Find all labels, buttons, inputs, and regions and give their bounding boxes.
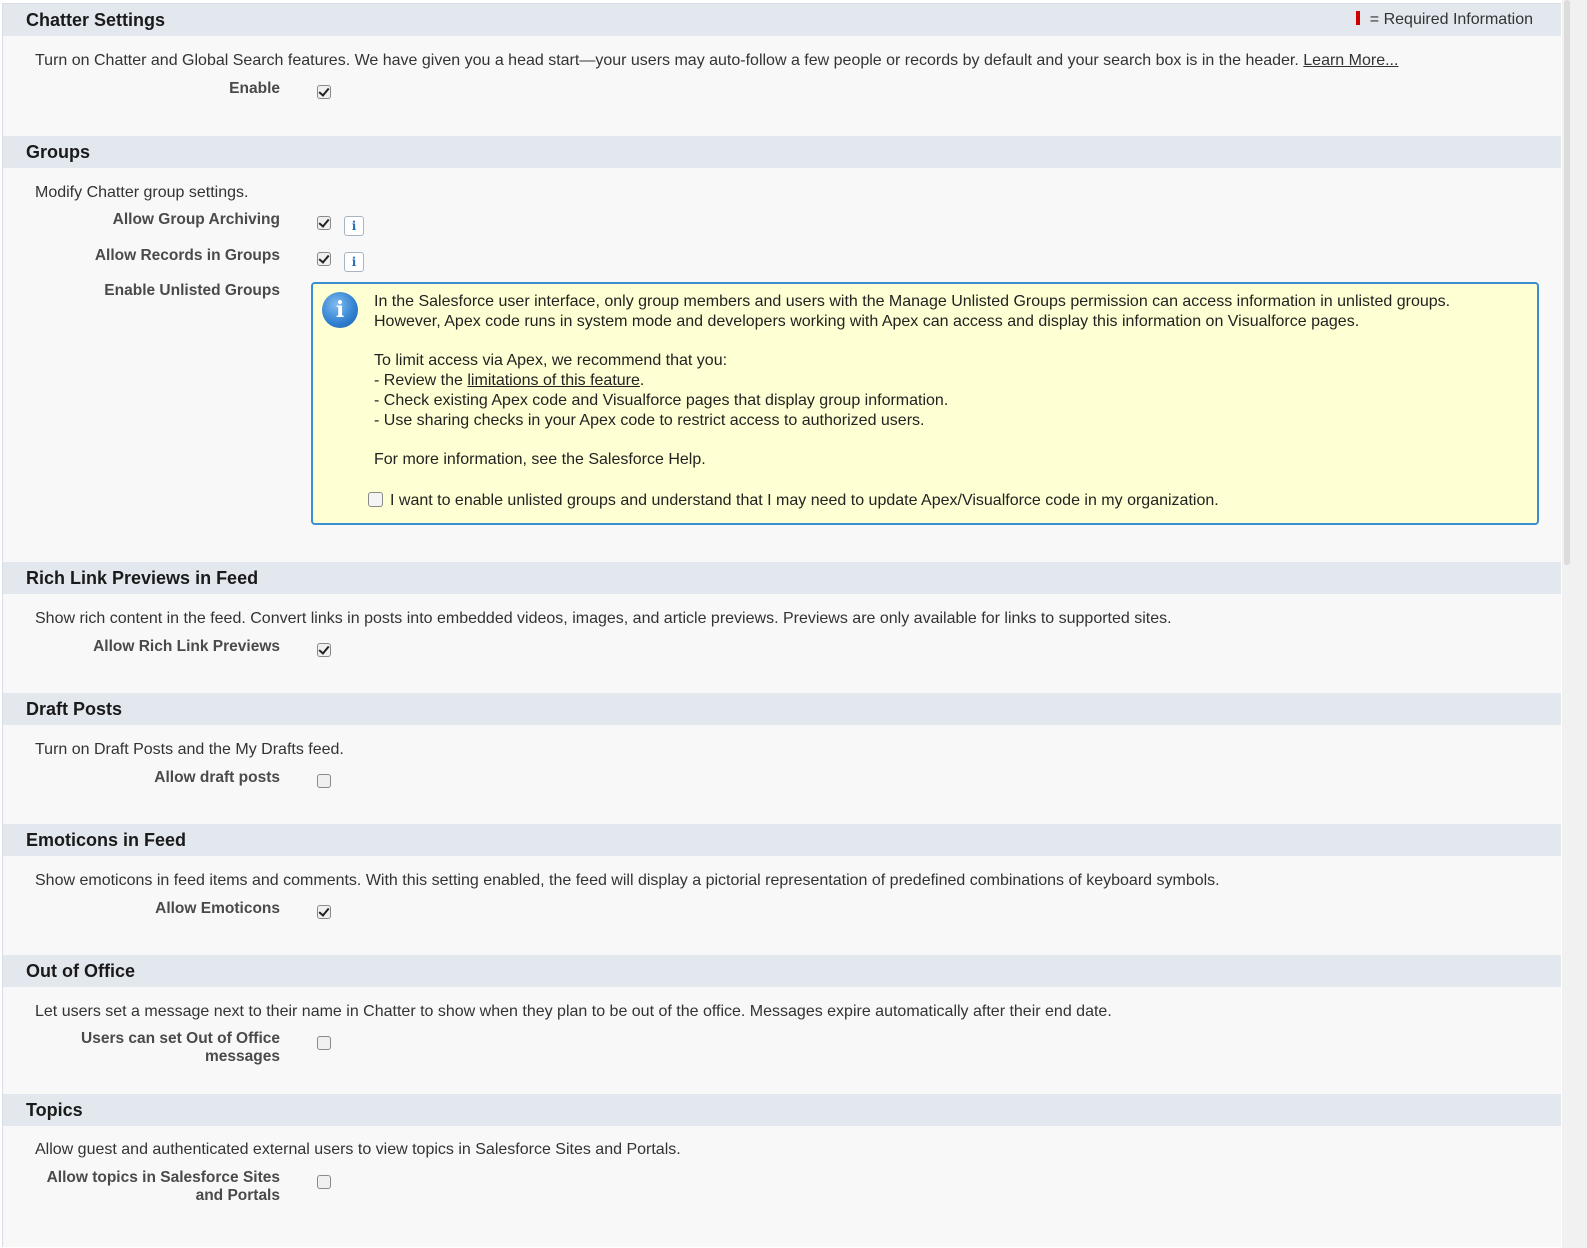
section-header: Rich Link Previews in Feed bbox=[3, 562, 1561, 594]
consent-label: I want to enable unlisted groups and und… bbox=[390, 492, 1219, 509]
section-description: Let users set a message next to their na… bbox=[35, 1003, 1112, 1020]
section-title: Emoticons in Feed bbox=[26, 830, 187, 850]
field-label-allow-topics: Allow topics in Salesforce Sites and Por… bbox=[3, 1169, 280, 1205]
section-description: Modify Chatter group settings. bbox=[35, 184, 249, 201]
section-emoticons: Emoticons in Feed Show emoticons in feed… bbox=[3, 824, 1561, 919]
field-label-allow-records-in-groups: Allow Records in Groups bbox=[94, 247, 280, 264]
allow-emoticons-checkbox[interactable] bbox=[317, 905, 331, 919]
section-header: Emoticons in Feed bbox=[3, 824, 1561, 856]
allow-draft-posts-checkbox[interactable] bbox=[317, 774, 331, 788]
section-title: Draft Posts bbox=[26, 699, 123, 719]
section-description: Turn on Draft Posts and the My Drafts fe… bbox=[35, 741, 344, 758]
section-header: Out of Office bbox=[3, 955, 1561, 987]
section-description: Allow guest and authenticated external u… bbox=[35, 1141, 681, 1158]
notice-line: - Review the limitations of this feature… bbox=[374, 371, 1450, 391]
chatter-description-text: Turn on Chatter and Global Search featur… bbox=[35, 52, 1299, 69]
section-description: Show emoticons in feed items and comment… bbox=[35, 872, 1220, 889]
section-header: Chatter Settings = Required Information bbox=[3, 4, 1561, 36]
info-circle-icon: i bbox=[322, 292, 358, 328]
section-draft-posts: Draft Posts Turn on Draft Posts and the … bbox=[3, 693, 1561, 788]
notice-line: - Use sharing checks in your Apex code t… bbox=[374, 412, 925, 429]
section-topics: Topics Allow guest and authenticated ext… bbox=[3, 1094, 1561, 1204]
section-header: Topics bbox=[3, 1094, 1561, 1126]
section-title: Groups bbox=[26, 142, 91, 162]
field-label-allow-draft-posts: Allow draft posts bbox=[154, 769, 280, 786]
notice-line-prefix: - Review the bbox=[374, 372, 468, 389]
required-marker-icon bbox=[1355, 11, 1360, 25]
section-header: Draft Posts bbox=[3, 693, 1561, 725]
learn-more-link[interactable]: Learn More... bbox=[1303, 52, 1398, 69]
scrollbar-thumb[interactable] bbox=[1564, 0, 1570, 565]
enable-unlisted-groups-checkbox[interactable] bbox=[368, 492, 383, 507]
allow-rich-link-previews-checkbox[interactable] bbox=[317, 643, 331, 657]
info-icon[interactable]: i bbox=[344, 252, 364, 272]
section-out-of-office: Out of Office Let users set a message ne… bbox=[3, 955, 1561, 1065]
allow-topics-checkbox[interactable] bbox=[317, 1175, 331, 1189]
notice-line: - Check existing Apex code and Visualfor… bbox=[374, 392, 949, 409]
section-title: Chatter Settings bbox=[26, 10, 166, 30]
field-label-out-of-office: Users can set Out of Office messages bbox=[3, 1030, 280, 1066]
section-header: Groups bbox=[3, 136, 1561, 168]
label-line: messages bbox=[205, 1048, 280, 1065]
field-label-allow-emoticons: Allow Emoticons bbox=[155, 900, 280, 917]
section-title: Rich Link Previews in Feed bbox=[26, 568, 259, 588]
notice-line: For more information, see the Salesforce… bbox=[374, 451, 706, 468]
limitations-link[interactable]: limitations of this feature bbox=[467, 372, 640, 389]
section-groups: Groups Modify Chatter group settings. Al… bbox=[3, 136, 1561, 299]
unlisted-groups-consent: I want to enable unlisted groups and und… bbox=[368, 492, 1219, 510]
label-line: and Portals bbox=[195, 1187, 280, 1204]
info-icon[interactable]: i bbox=[344, 216, 364, 236]
out-of-office-checkbox[interactable] bbox=[317, 1036, 331, 1050]
label-line: Users can set Out of Office bbox=[81, 1030, 280, 1047]
notice-line: In the Salesforce user interface, only g… bbox=[374, 293, 1451, 310]
notice-line-suffix: . bbox=[639, 372, 645, 389]
section-description: Show rich content in the feed. Convert l… bbox=[35, 610, 1172, 627]
label-line: Allow topics in Salesforce Sites bbox=[46, 1169, 280, 1186]
section-title: Topics bbox=[26, 1100, 83, 1120]
field-label-enable: Enable bbox=[229, 80, 280, 97]
field-label-allow-rich-link-previews: Allow Rich Link Previews bbox=[93, 638, 280, 655]
section-title: Out of Office bbox=[26, 961, 135, 981]
notice-text: In the Salesforce user interface, only g… bbox=[374, 292, 1450, 470]
section-chatter-settings: Chatter Settings = Required Information … bbox=[3, 4, 1561, 99]
allow-group-archiving-checkbox[interactable] bbox=[317, 216, 331, 230]
enable-chatter-checkbox[interactable] bbox=[317, 85, 331, 99]
allow-records-in-groups-checkbox[interactable] bbox=[317, 252, 331, 266]
section-rich-link-previews: Rich Link Previews in Feed Show rich con… bbox=[3, 562, 1561, 657]
settings-page: Chatter Settings = Required Information … bbox=[2, 3, 1561, 1247]
required-legend: = Required Information bbox=[1355, 11, 1533, 29]
unlisted-groups-notice: i In the Salesforce user interface, only… bbox=[311, 282, 1539, 525]
required-legend-text: = Required Information bbox=[1369, 11, 1533, 28]
section-description: Turn on Chatter and Global Search featur… bbox=[35, 52, 1398, 70]
notice-line: However, Apex code runs in system mode a… bbox=[374, 313, 1360, 330]
field-label-enable-unlisted-groups: Enable Unlisted Groups bbox=[104, 282, 280, 299]
field-label-allow-group-archiving: Allow Group Archiving bbox=[112, 211, 280, 228]
notice-line: To limit access via Apex, we recommend t… bbox=[374, 352, 728, 369]
